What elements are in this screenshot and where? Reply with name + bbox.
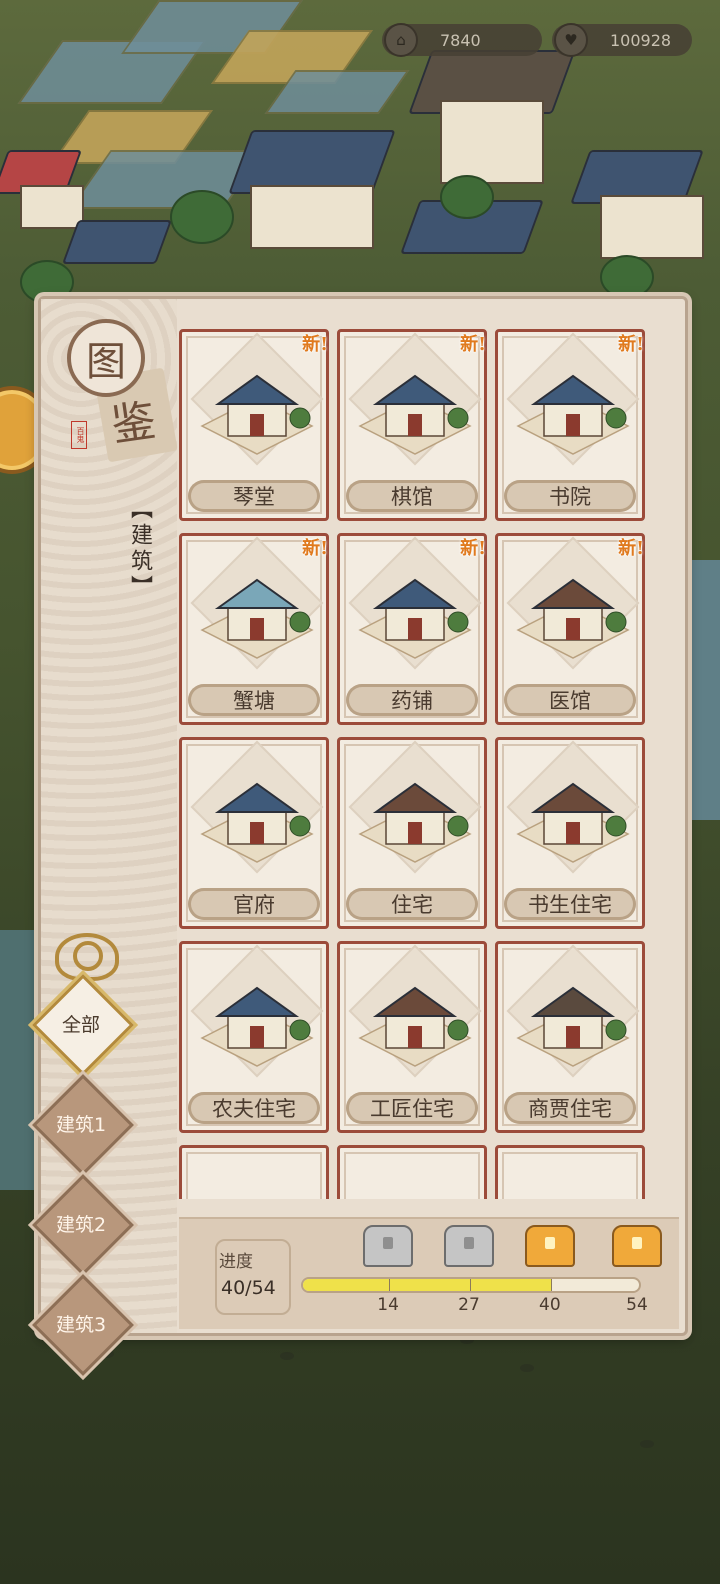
building-card[interactable]: 官府 xyxy=(179,737,329,929)
building-card-partial xyxy=(337,1145,487,1199)
building-card[interactable]: 新! 医馆 xyxy=(495,533,645,725)
milestone-label: 40 xyxy=(539,1295,561,1315)
new-badge: 新! xyxy=(618,538,644,559)
silver-chest-icon xyxy=(444,1225,494,1267)
progress-bar-fill xyxy=(303,1279,552,1291)
coin-value: 7840 xyxy=(440,30,481,50)
building-card[interactable]: 工匠住宅 xyxy=(337,941,487,1133)
craftsman-house-icon xyxy=(350,960,480,1080)
building-card[interactable]: 新! 书院 xyxy=(495,329,645,521)
milestone-label: 14 xyxy=(377,1295,399,1315)
building-name: 医馆 xyxy=(504,684,636,716)
new-badge: 新! xyxy=(460,538,486,559)
title-char-1: 图 xyxy=(67,319,145,397)
gold-chest-icon xyxy=(524,1225,575,1267)
merchant-house-icon xyxy=(508,960,638,1080)
building-card-partial xyxy=(179,1145,329,1199)
building-name: 棋馆 xyxy=(346,480,478,512)
tab-label: 全部 xyxy=(61,1013,100,1036)
progress-label: 进度 xyxy=(219,1252,253,1272)
building-card[interactable]: 农夫住宅 xyxy=(179,941,329,1133)
government-office-icon xyxy=(192,756,322,876)
building-name: 书生住宅 xyxy=(504,888,636,920)
crab-pond-icon xyxy=(192,552,322,672)
building-card-partial xyxy=(495,1145,645,1199)
progress-tick xyxy=(389,1279,391,1291)
academy-icon xyxy=(508,348,638,468)
building-name: 蟹塘 xyxy=(188,684,320,716)
gold-chest-icon xyxy=(612,1225,662,1267)
coin-counter: ⌂ 7840 xyxy=(382,23,542,57)
progress-value: 40/54 xyxy=(221,1277,276,1299)
pavilion-blossom-icon xyxy=(192,348,322,468)
knot-ornament-icon xyxy=(55,933,119,981)
milestone-reward[interactable] xyxy=(444,1225,494,1269)
building-card[interactable]: 新! 蟹塘 xyxy=(179,533,329,725)
residence-icon xyxy=(350,756,480,876)
progress-bar xyxy=(301,1277,641,1293)
building-card[interactable]: 住宅 xyxy=(337,737,487,929)
tab-label: 建筑2 xyxy=(55,1213,107,1236)
milestone-reward[interactable] xyxy=(363,1225,414,1269)
temple-coin-icon: ⌂ xyxy=(384,23,418,57)
new-badge: 新! xyxy=(460,334,486,355)
panel-sidebar: 图 鉴 百鬼 【建筑】 全部 建筑1 建筑2 建筑3 xyxy=(32,299,178,1376)
building-grid: 新! 琴堂 新! 棋馆 新! 书院 新! 蟹塘 新! 药铺 新! 医馆 官府 住宅 书生住宅 农夫住宅 工匠住宅… xyxy=(179,329,669,1199)
tab-label: 建筑1 xyxy=(55,1113,107,1136)
seal-stamp: 百鬼 xyxy=(71,421,87,449)
silver-chest-icon xyxy=(363,1225,414,1267)
building-card[interactable]: 新! 琴堂 xyxy=(179,329,329,521)
pharmacy-icon xyxy=(350,552,480,672)
tab-label: 建筑3 xyxy=(55,1313,107,1336)
tab-all[interactable]: 全部 xyxy=(32,974,134,1076)
milestone-label: 27 xyxy=(458,1295,480,1315)
encyclopedia-panel: 图 鉴 百鬼 【建筑】 全部 建筑1 建筑2 建筑3 新! 琴堂 新! 棋馆 新! 书院新… xyxy=(32,296,688,1376)
tab-building-2[interactable]: 建筑2 xyxy=(32,1174,134,1276)
title-char-2: 鉴 xyxy=(108,395,159,452)
building-card[interactable]: 商贾住宅 xyxy=(495,941,645,1133)
category-label: 【建筑】 xyxy=(127,497,152,601)
heart-counter: ♥ 100928 xyxy=(552,23,692,57)
building-name: 书院 xyxy=(504,480,636,512)
scholar-house-icon xyxy=(508,756,638,876)
building-card[interactable]: 新! 药铺 xyxy=(337,533,487,725)
building-card[interactable]: 新! 棋馆 xyxy=(337,329,487,521)
building-name: 商贾住宅 xyxy=(504,1092,636,1124)
tab-building-3[interactable]: 建筑3 xyxy=(32,1274,134,1376)
building-name: 住宅 xyxy=(346,888,478,920)
heart-icon: ♥ xyxy=(554,23,588,57)
collection-progress: 进度 40/54 14 27 40 54 xyxy=(179,1217,679,1329)
milestone-reward[interactable] xyxy=(524,1225,575,1269)
building-card[interactable]: 书生住宅 xyxy=(495,737,645,929)
building-name: 官府 xyxy=(188,888,320,920)
progress-tick xyxy=(550,1279,552,1291)
building-name: 工匠住宅 xyxy=(346,1092,478,1124)
milestone-label: 54 xyxy=(626,1295,648,1315)
building-name: 药铺 xyxy=(346,684,478,716)
heart-value: 100928 xyxy=(610,30,672,50)
building-name: 农夫住宅 xyxy=(188,1092,320,1124)
building-name: 琴堂 xyxy=(188,480,320,512)
new-badge: 新! xyxy=(302,334,328,355)
tab-building-1[interactable]: 建筑1 xyxy=(32,1074,134,1176)
clinic-icon xyxy=(508,552,638,672)
chess-hall-icon xyxy=(350,348,480,468)
new-badge: 新! xyxy=(302,538,328,559)
farmer-house-icon xyxy=(192,960,322,1080)
progress-tick xyxy=(470,1279,471,1291)
milestone-reward[interactable] xyxy=(612,1225,662,1269)
new-badge: 新! xyxy=(618,334,644,355)
